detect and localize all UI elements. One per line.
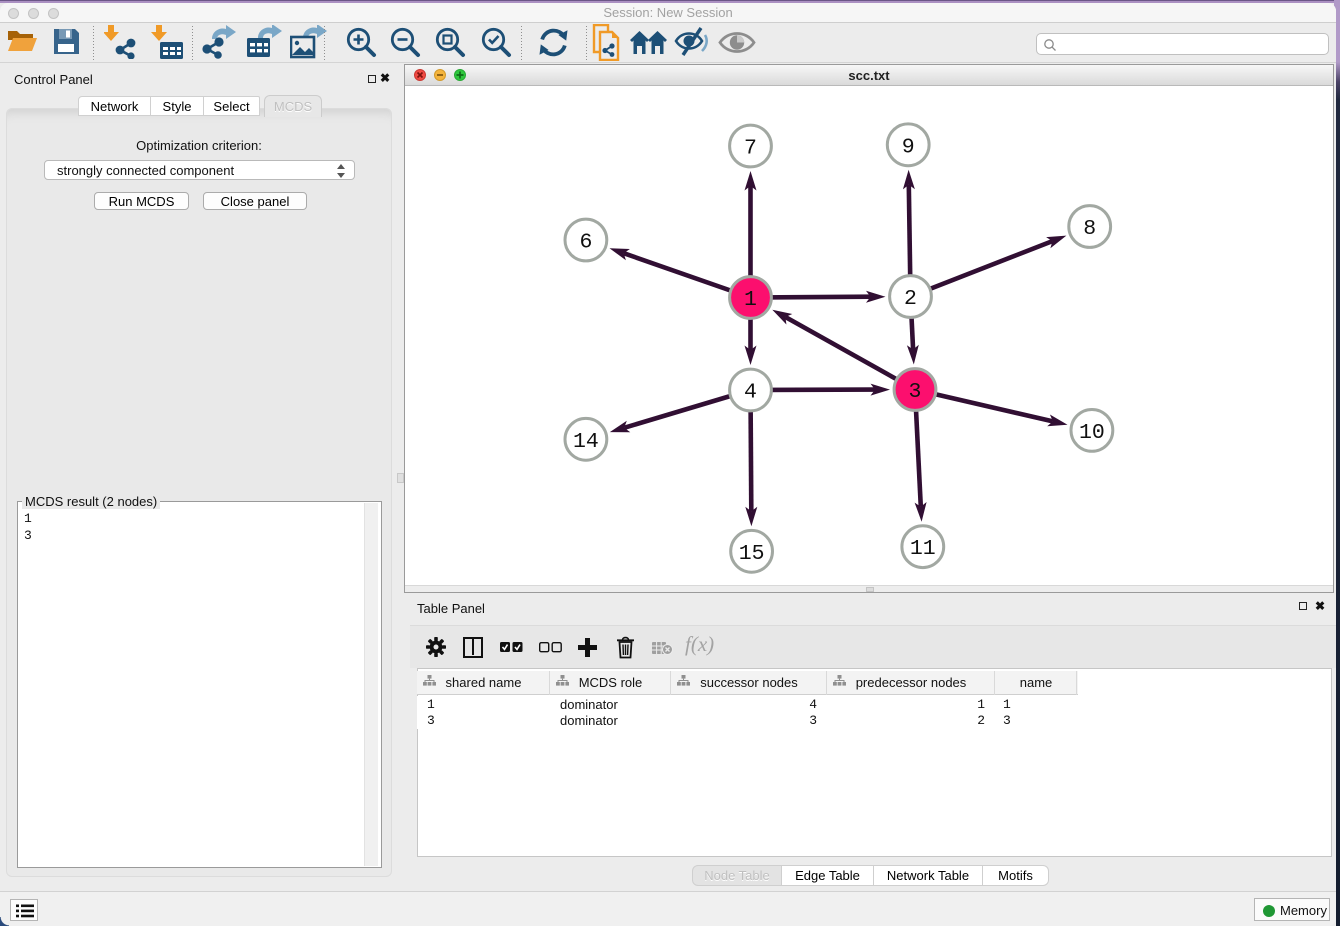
svg-text:4: 4 (744, 381, 757, 405)
svg-text:3: 3 (909, 380, 922, 404)
svg-text:9: 9 (902, 135, 915, 159)
svg-text:1: 1 (744, 288, 757, 312)
svg-text:15: 15 (739, 542, 765, 566)
svg-text:6: 6 (579, 231, 592, 255)
svg-text:14: 14 (573, 430, 599, 454)
svg-text:10: 10 (1079, 421, 1105, 445)
svg-text:7: 7 (744, 137, 757, 161)
svg-text:2: 2 (904, 287, 917, 311)
svg-text:11: 11 (910, 537, 936, 561)
svg-text:8: 8 (1083, 217, 1096, 241)
